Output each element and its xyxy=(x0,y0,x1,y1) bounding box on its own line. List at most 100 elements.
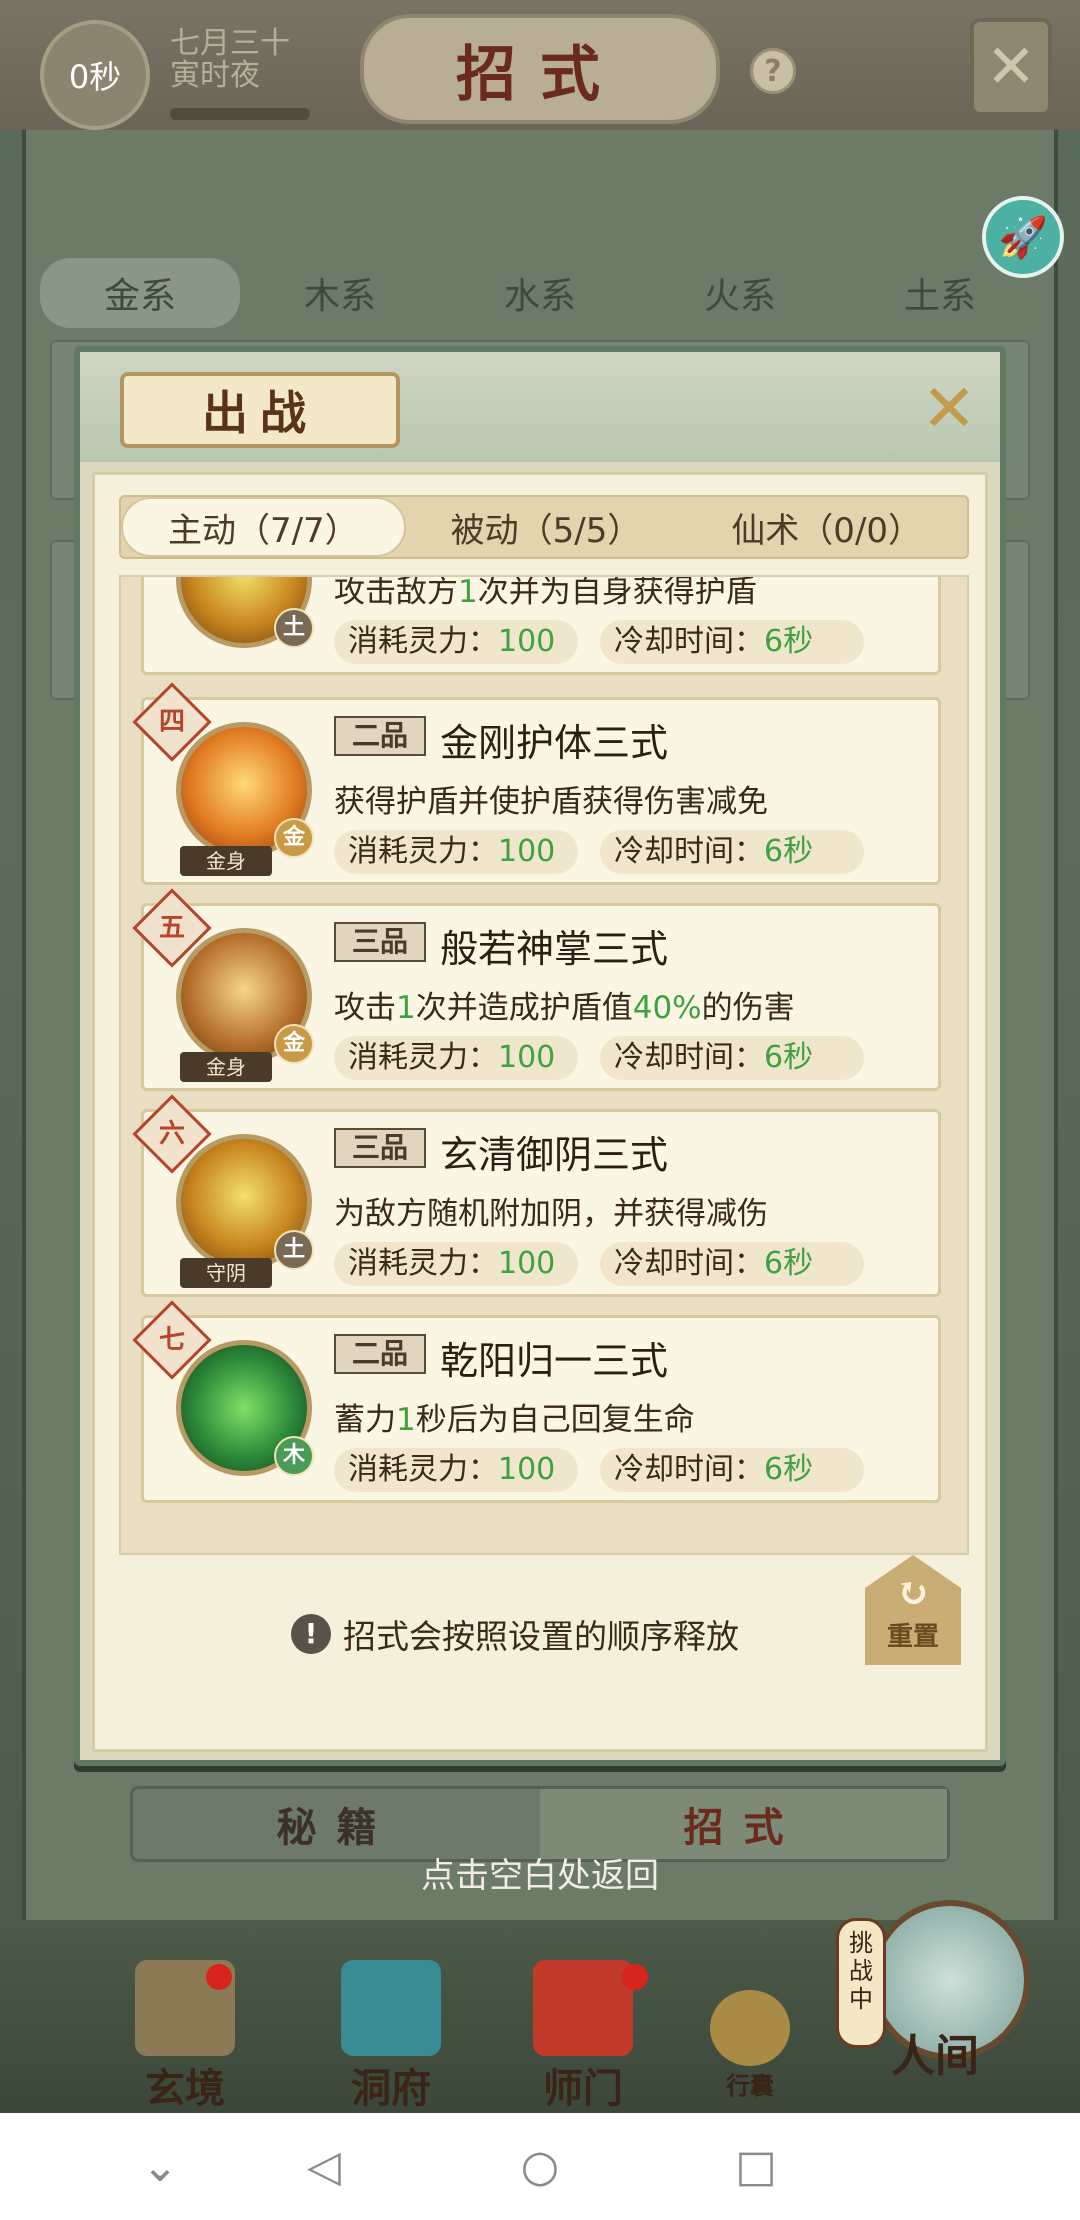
tab-immortal-arts[interactable]: 仙术（0/0） xyxy=(686,497,967,557)
cooldown-label: 冷却时间： xyxy=(614,1452,764,1487)
order-note: ! 招式会按照设置的顺序释放 xyxy=(291,1610,739,1658)
pavilion-icon xyxy=(341,1960,441,2056)
reset-button[interactable]: ↻ 重置 xyxy=(865,1555,961,1665)
skill-tag: 金身 xyxy=(180,1052,272,1082)
element-badge: 金 xyxy=(274,1024,314,1064)
cost-label: 消耗灵力： xyxy=(348,1452,498,1487)
cooldown: 冷却时间：6秒 xyxy=(600,1036,864,1080)
skill-tag: 金身 xyxy=(180,846,272,876)
mana-cost: 消耗灵力：100 xyxy=(334,1448,578,1492)
nav-xuanjing[interactable]: 玄境 xyxy=(110,1960,260,2112)
skill-description: 攻击敌方1次并为自身获得护盾 xyxy=(334,575,757,611)
desc-text: 秒后为自己回复生命 xyxy=(415,1402,695,1438)
date-line2: 寅时夜 xyxy=(170,58,260,93)
element-badge: 金 xyxy=(274,818,314,858)
timer-badge: 0秒 xyxy=(40,20,150,130)
close-icon[interactable]: ✕ xyxy=(970,18,1052,116)
cooldown-value: 6秒 xyxy=(764,1246,814,1281)
cost-value: 100 xyxy=(498,624,556,659)
desc-text: 的伤害 xyxy=(701,990,795,1026)
tap-to-return-hint[interactable]: 点击空白处返回 xyxy=(350,1848,730,1897)
cooldown-value: 6秒 xyxy=(764,834,814,869)
bag-icon xyxy=(710,1990,790,2066)
mana-cost: 消耗灵力：100 xyxy=(334,830,578,874)
slot-number: 四 xyxy=(158,707,185,737)
dialog-close-icon[interactable]: ✕ xyxy=(916,376,982,442)
cost-label: 消耗灵力： xyxy=(348,1040,498,1075)
back-icon[interactable]: ◁ xyxy=(294,2137,354,2197)
cost-value: 100 xyxy=(498,1246,556,1281)
desc-highlight: 40% xyxy=(632,990,702,1026)
slot-number: 六 xyxy=(158,1119,185,1149)
date-line1: 七月三十 xyxy=(170,26,290,61)
skill-name: 玄清御阴三式 xyxy=(440,1133,669,1177)
time-progress-bar xyxy=(170,108,310,120)
mana-cost: 消耗灵力：100 xyxy=(334,1036,578,1080)
nav-label: 行囊 xyxy=(726,2071,774,2100)
banner-icon xyxy=(533,1960,633,2056)
grade-badge: 三品 xyxy=(334,922,426,962)
tab-wood[interactable]: 木系 xyxy=(240,258,440,328)
skill-name: 乾阳归一三式 xyxy=(440,1339,669,1383)
skill-card[interactable]: 四 金身 金 二品 金刚护体三式 获得护盾并使护盾获得伤害减免 消耗灵力：100… xyxy=(132,682,941,885)
reset-label: 重置 xyxy=(886,1622,939,1652)
recents-icon[interactable]: □ xyxy=(726,2137,786,2197)
cost-value: 100 xyxy=(498,834,556,869)
cooldown-value: 6秒 xyxy=(764,1452,814,1487)
tab-water[interactable]: 水系 xyxy=(440,258,640,328)
page-title: 招式 xyxy=(360,14,720,124)
cost-value: 100 xyxy=(498,1040,556,1075)
dialog-body: 主动（7/7） 被动（5/5） 仙术（0/0） 土 攻击敌方1次并为自身获得护盾… xyxy=(92,472,988,1752)
cooldown-value: 6秒 xyxy=(764,1040,814,1075)
skill-name: 金刚护体三式 xyxy=(440,721,669,765)
refresh-icon: ↻ xyxy=(896,1569,930,1616)
skill-card[interactable]: 六 守阴 土 三品 玄清御阴三式 为敌方随机附加阴，并获得减伤 消耗灵力：100… xyxy=(132,1094,941,1297)
desc-highlight: 1 xyxy=(396,990,416,1026)
notification-dot xyxy=(206,1964,232,1990)
skill-description: 攻击1次并造成护盾值40%的伤害 xyxy=(334,982,795,1027)
element-badge: 土 xyxy=(274,608,314,648)
tab-active-skills[interactable]: 主动（7/7） xyxy=(121,497,406,557)
dialog-title: 出战 xyxy=(120,372,400,448)
nav-dongfu[interactable]: 洞府 xyxy=(316,1960,466,2112)
cost-label: 消耗灵力： xyxy=(348,624,498,659)
tab-earth[interactable]: 土系 xyxy=(840,258,1040,328)
grade-badge: 三品 xyxy=(334,1128,426,1168)
cooldown-label: 冷却时间： xyxy=(614,624,764,659)
element-tabs: 金系 木系 水系 火系 土系 xyxy=(40,258,1040,328)
tab-metal[interactable]: 金系 xyxy=(40,258,240,328)
cooldown: 冷却时间：6秒 xyxy=(600,620,864,664)
skill-description: 蓄力1秒后为自己回复生命 xyxy=(334,1394,695,1439)
desc-text: 攻击 xyxy=(334,990,396,1026)
desc-text: 获得护盾并使护盾获得伤害减免 xyxy=(334,784,768,820)
nav-label: 人间 xyxy=(891,2031,979,2082)
desc-highlight: 1 xyxy=(396,1402,416,1438)
cost-value: 100 xyxy=(498,1452,556,1487)
skill-card[interactable]: 五 金身 金 三品 般若神掌三式 攻击1次并造成护盾值40%的伤害 消耗灵力：1… xyxy=(132,888,941,1091)
skill-card[interactable]: 七 木 二品 乾阳归一三式 蓄力1秒后为自己回复生命 消耗灵力：100 冷却时间… xyxy=(132,1300,941,1503)
home-icon[interactable]: ○ xyxy=(510,2137,570,2197)
notification-dot xyxy=(622,1964,648,1990)
skill-card[interactable]: 土 攻击敌方1次并为自身获得护盾 消耗灵力：100 冷却时间：6秒 xyxy=(141,575,941,675)
tab-fire[interactable]: 火系 xyxy=(640,258,840,328)
help-button[interactable]: ? xyxy=(750,48,796,94)
cooldown: 冷却时间：6秒 xyxy=(600,830,864,874)
desc-text: 次并为自身获得护盾 xyxy=(477,575,757,610)
skill-list[interactable]: 土 攻击敌方1次并为自身获得护盾 消耗灵力：100 冷却时间：6秒 四 金身 金… xyxy=(119,575,969,1555)
slot-number: 七 xyxy=(158,1325,185,1355)
cooldown-label: 冷却时间： xyxy=(614,1246,764,1281)
nav-label: 洞府 xyxy=(351,2065,431,2112)
desc-text: 为敌方随机附加阴，并获得减伤 xyxy=(334,1196,768,1232)
cooldown: 冷却时间：6秒 xyxy=(600,1448,864,1492)
tab-passive-skills[interactable]: 被动（5/5） xyxy=(406,497,687,557)
chevron-down-icon[interactable]: ⌄ xyxy=(130,2137,190,2197)
skill-description: 获得护盾并使护盾获得伤害减免 xyxy=(334,776,768,821)
system-nav-bar: ⌄ ◁ ○ □ xyxy=(0,2113,1080,2220)
cooldown-value: 6秒 xyxy=(764,624,814,659)
grade-badge: 二品 xyxy=(334,716,426,756)
cooldown-label: 冷却时间： xyxy=(614,834,764,869)
nav-label: 玄境 xyxy=(145,2065,225,2112)
battle-dialog: 出战 ✕ 主动（7/7） 被动（5/5） 仙术（0/0） 土 攻击敌方1次并为自… xyxy=(74,346,1006,1766)
desc-text: 蓄力 xyxy=(334,1402,396,1438)
date-text: 七月三十 寅时夜 xyxy=(170,28,290,92)
